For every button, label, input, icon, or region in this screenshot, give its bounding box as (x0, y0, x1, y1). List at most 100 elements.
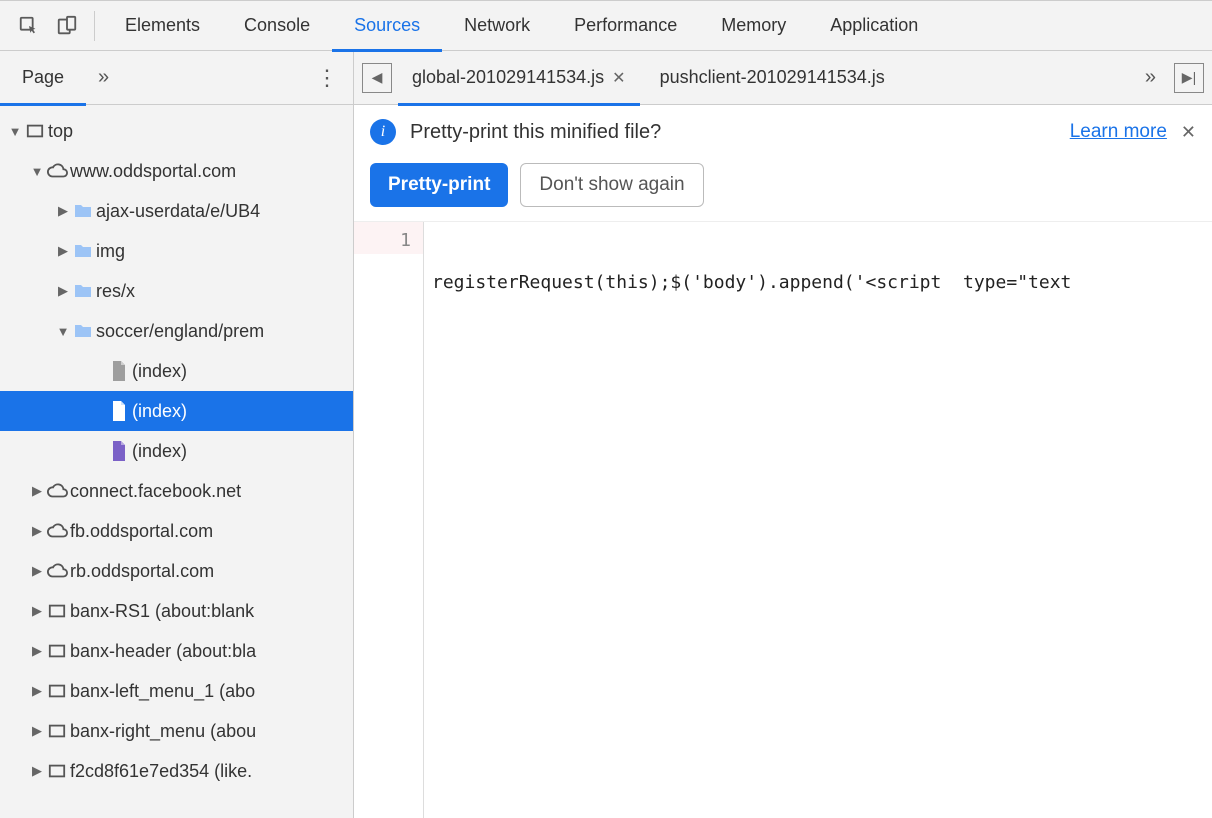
tree-label: banx-right_menu (abou (70, 721, 256, 742)
cloud-icon (44, 563, 70, 579)
infobar-text: Pretty-print this minified file? (410, 121, 661, 144)
frame-icon (44, 722, 70, 740)
tree-label: top (48, 121, 73, 142)
disclosure-triangle-icon: ▶ (30, 483, 44, 499)
tree-file[interactable]: (index) (0, 431, 353, 471)
tree-label: res/x (96, 281, 135, 302)
code-content[interactable]: registerRequest(this);$('body').append('… (424, 222, 1212, 818)
file-icon (106, 361, 132, 381)
tree-label: www.oddsportal.com (70, 161, 236, 182)
disclosure-triangle-icon: ▶ (56, 203, 70, 219)
tree-frame[interactable]: ▶ f2cd8f61e7ed354 (like. (0, 751, 353, 791)
tree-domain[interactable]: ▼ www.oddsportal.com (0, 151, 353, 191)
tree-file-selected[interactable]: (index) (0, 391, 353, 431)
disclosure-triangle-icon: ▶ (56, 243, 70, 259)
devtools-tabbar: Elements Console Sources Network Perform… (0, 1, 1212, 51)
tree-label: banx-RS1 (about:blank (70, 601, 254, 622)
sidebar-overflow-icon[interactable]: ⋮ (313, 64, 341, 92)
tab-console[interactable]: Console (222, 1, 332, 51)
sidebar-tabs: Page » ⋮ (0, 51, 353, 105)
nav-back-icon[interactable]: ◀ (362, 63, 392, 93)
pretty-print-infobar: i Pretty-print this minified file? Learn… (354, 105, 1212, 222)
tree-label: rb.oddsportal.com (70, 561, 214, 582)
tree-frame[interactable]: ▶ banx-left_menu_1 (abo (0, 671, 353, 711)
file-tabbar: ◀ global-201029141534.js ✕ pushclient-20… (354, 51, 1212, 105)
disclosure-triangle-icon: ▶ (30, 643, 44, 659)
cloud-icon (44, 523, 70, 539)
tree-label: f2cd8f61e7ed354 (like. (70, 761, 252, 782)
frame-icon (44, 682, 70, 700)
folder-icon (70, 283, 96, 299)
tab-sources[interactable]: Sources (332, 1, 442, 51)
disclosure-triangle-icon: ▶ (30, 603, 44, 619)
tree-folder[interactable]: ▼ soccer/england/prem (0, 311, 353, 351)
tree-label: (index) (132, 441, 187, 462)
line-number: 1 (354, 228, 411, 254)
file-tree: ▼ top ▼ www.oddsportal.com ▶ (0, 105, 353, 818)
disclosure-triangle-icon: ▼ (30, 164, 44, 179)
disclosure-triangle-icon: ▼ (56, 324, 70, 339)
frame-icon (44, 602, 70, 620)
tree-folder[interactable]: ▶ res/x (0, 271, 353, 311)
close-icon[interactable]: ✕ (612, 68, 625, 88)
folder-icon (70, 243, 96, 259)
tree-label: connect.facebook.net (70, 481, 241, 502)
tree-domain[interactable]: ▶ connect.facebook.net (0, 471, 353, 511)
tab-network[interactable]: Network (442, 1, 552, 51)
separator (94, 11, 95, 41)
cloud-icon (44, 483, 70, 499)
tree-file[interactable]: (index) (0, 351, 353, 391)
dont-show-again-button[interactable]: Don't show again (520, 163, 703, 207)
show-debugger-icon[interactable]: ▶| (1174, 63, 1204, 93)
tree-frame[interactable]: ▶ banx-RS1 (about:blank (0, 591, 353, 631)
file-tab-label: global-201029141534.js (412, 67, 604, 88)
line-gutter: 1 (354, 222, 424, 254)
disclosure-triangle-icon: ▼ (8, 124, 22, 139)
file-tab-label: pushclient-201029141534.js (660, 67, 885, 88)
folder-icon (70, 323, 96, 339)
disclosure-triangle-icon: ▶ (30, 563, 44, 579)
close-icon[interactable]: ✕ (1181, 122, 1196, 143)
code-editor[interactable]: 1 registerRequest(this);$('body').append… (354, 222, 1212, 818)
sidebar-more-tabs-icon[interactable]: » (86, 66, 121, 89)
file-tab-active[interactable]: global-201029141534.js ✕ (398, 51, 640, 105)
folder-icon (70, 203, 96, 219)
file-tab[interactable]: pushclient-201029141534.js (646, 51, 899, 105)
tree-folder[interactable]: ▶ ajax-userdata/e/UB4 (0, 191, 353, 231)
tree-label: banx-left_menu_1 (abo (70, 681, 255, 702)
tab-performance[interactable]: Performance (552, 1, 699, 51)
disclosure-triangle-icon: ▶ (30, 683, 44, 699)
disclosure-triangle-icon: ▶ (30, 523, 44, 539)
inspect-element-icon[interactable] (10, 2, 48, 50)
tab-application[interactable]: Application (808, 1, 940, 51)
tree-label: soccer/england/prem (96, 321, 264, 342)
disclosure-triangle-icon: ▶ (56, 283, 70, 299)
tree-label: img (96, 241, 125, 262)
tree-folder[interactable]: ▶ img (0, 231, 353, 271)
file-icon (106, 441, 132, 461)
frame-icon (44, 762, 70, 780)
cloud-icon (44, 163, 70, 179)
tab-elements[interactable]: Elements (103, 1, 222, 51)
disclosure-triangle-icon: ▶ (30, 763, 44, 779)
tree-domain[interactable]: ▶ rb.oddsportal.com (0, 551, 353, 591)
tree-domain[interactable]: ▶ fb.oddsportal.com (0, 511, 353, 551)
file-icon (106, 401, 132, 421)
tab-memory[interactable]: Memory (699, 1, 808, 51)
sidebar-tab-page[interactable]: Page (0, 51, 86, 105)
learn-more-link[interactable]: Learn more (1070, 121, 1167, 143)
tree-frame[interactable]: ▶ banx-right_menu (abou (0, 711, 353, 751)
tree-label: fb.oddsportal.com (70, 521, 213, 542)
tree-top-frame[interactable]: ▼ top (0, 111, 353, 151)
sources-sidebar: Page » ⋮ ▼ top ▼ www. (0, 51, 354, 818)
code-line: registerRequest(this);$('body').append('… (432, 270, 1212, 296)
pretty-print-button[interactable]: Pretty-print (370, 163, 508, 207)
disclosure-triangle-icon: ▶ (30, 723, 44, 739)
tree-frame[interactable]: ▶ banx-header (about:bla (0, 631, 353, 671)
file-tabs-overflow-icon[interactable]: » (1133, 66, 1168, 89)
tree-label: ajax-userdata/e/UB4 (96, 201, 260, 222)
tree-label: banx-header (about:bla (70, 641, 256, 662)
source-main: ◀ global-201029141534.js ✕ pushclient-20… (354, 51, 1212, 818)
frame-icon (22, 122, 48, 140)
device-toolbar-icon[interactable] (48, 2, 86, 50)
